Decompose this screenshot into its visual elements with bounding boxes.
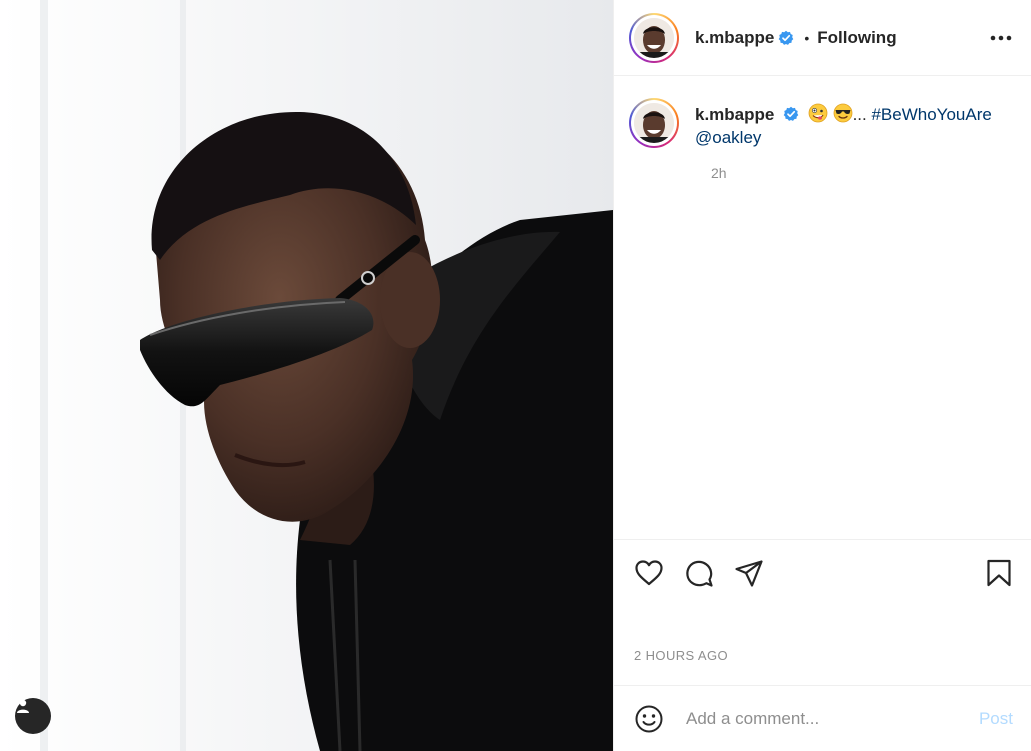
avatar-image — [634, 17, 674, 58]
caption-relative-time: 2h — [711, 165, 727, 181]
zany-face-emoji-icon — [808, 103, 828, 123]
caption-mention[interactable]: @oakley — [695, 128, 761, 147]
post-comment-button[interactable]: Post — [979, 709, 1013, 729]
header-separator: • — [804, 29, 810, 46]
caption-hashtag[interactable]: #BeWhoYouAre — [871, 105, 991, 124]
bookmark-icon — [987, 559, 1011, 587]
post-header: k.mbappe • Following — [614, 0, 1031, 76]
avatar-image — [634, 103, 674, 143]
comment-button[interactable] — [684, 558, 714, 588]
instagram-post: k.mbappe • Following k.mbappe ... #BeWho… — [0, 0, 1031, 751]
following-button[interactable]: Following — [817, 28, 896, 48]
save-button[interactable] — [984, 558, 1014, 588]
caption-ellipsis: ... — [852, 105, 867, 124]
share-button[interactable] — [734, 558, 764, 588]
comment-bar: Post — [614, 685, 1031, 751]
post-details-panel: k.mbappe • Following k.mbappe ... #BeWho… — [613, 0, 1031, 751]
emoji-smile-icon[interactable] — [634, 704, 664, 734]
heart-icon — [635, 560, 663, 586]
user-tag-icon — [17, 699, 29, 713]
like-button[interactable] — [634, 558, 664, 588]
caption-username[interactable]: k.mbappe — [695, 105, 774, 124]
post-actions: 2 HOURS AGO — [614, 539, 1031, 685]
more-options-icon — [990, 35, 1012, 41]
smiling-face-with-sunglasses-emoji-icon — [833, 103, 852, 123]
header-username[interactable]: k.mbappe — [695, 28, 774, 48]
post-photo[interactable] — [0, 0, 613, 751]
caption-avatar[interactable] — [629, 98, 679, 148]
avatar[interactable] — [629, 12, 679, 63]
verified-badge-icon — [779, 30, 794, 45]
share-icon — [735, 560, 763, 587]
caption-section: k.mbappe ... #BeWhoYouAre @oakley 2h — [614, 76, 1031, 539]
user-tag-button[interactable] — [15, 698, 51, 734]
comment-icon — [686, 560, 713, 587]
caption-text: k.mbappe ... #BeWhoYouAre @oakley — [695, 103, 992, 149]
more-options-button[interactable] — [987, 24, 1015, 52]
post-timestamp: 2 HOURS AGO — [634, 648, 728, 663]
photo-illustration — [0, 0, 613, 751]
verified-badge-icon — [783, 106, 799, 121]
comment-input[interactable] — [684, 707, 979, 730]
